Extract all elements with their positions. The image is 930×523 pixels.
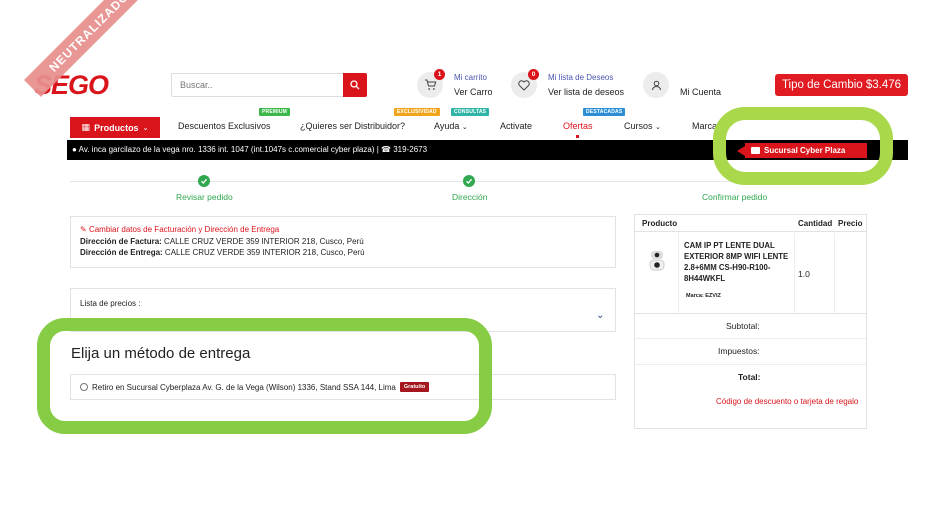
tag-exclusividad: EXCLUSIVIDAD bbox=[394, 108, 440, 116]
ofertas-indicator bbox=[576, 135, 579, 138]
wishlist-widget[interactable]: 0 bbox=[511, 69, 539, 98]
col-divider bbox=[678, 233, 679, 313]
discount-code-link[interactable]: Código de descuento o tarjeta de regalo bbox=[716, 397, 858, 406]
view-cart-link[interactable]: Ver Carro bbox=[454, 87, 493, 97]
chevron-down-icon[interactable]: ⌄ bbox=[596, 310, 604, 321]
taxes-label: Impuestos: bbox=[718, 346, 760, 356]
chevron-down-icon: ⌄ bbox=[461, 124, 468, 131]
col-product: Producto bbox=[642, 219, 678, 228]
row-divider bbox=[635, 313, 866, 314]
total-label: Total: bbox=[738, 372, 761, 382]
chevron-down-icon: ⌄ bbox=[655, 124, 661, 131]
grid-icon: ▦ bbox=[81, 122, 91, 132]
delivery-address-value: CALLE CRUZ VERDE 359 INTERIOR 218, Cusco… bbox=[164, 248, 365, 257]
view-wishlist-link[interactable]: Ver lista de deseos bbox=[548, 87, 624, 97]
tag-premium: PREMIUM bbox=[259, 108, 291, 116]
tag-destacadas: DESTACADAS bbox=[583, 108, 626, 116]
nav-cursos-label: Cursos bbox=[624, 121, 653, 131]
billing-address-value: CALLE CRUZ VERDE 359 INTERIOR 218, Cusco… bbox=[164, 237, 364, 246]
nav-cursos[interactable]: Cursos ⌄ bbox=[624, 121, 661, 131]
delivery-address: Dirección de Entrega: CALLE CRUZ VERDE 3… bbox=[80, 248, 365, 257]
step-revisar-pedido[interactable]: Revisar pedido bbox=[176, 192, 233, 202]
col-price: Precio bbox=[838, 219, 863, 228]
check-icon bbox=[198, 175, 210, 187]
delivery-address-label: Dirección de Entrega: bbox=[80, 248, 163, 257]
nav-distribuidor[interactable]: ¿Quieres ser Distribuidor? bbox=[300, 121, 405, 131]
search-input[interactable] bbox=[171, 73, 343, 97]
billing-address-label: Dirección de Factura: bbox=[80, 237, 162, 246]
highlight-branch bbox=[713, 107, 893, 185]
phone-text: 319-2673 bbox=[393, 145, 428, 154]
row-divider bbox=[635, 364, 866, 365]
location-pin-icon: ● bbox=[72, 145, 77, 154]
col-divider bbox=[834, 233, 835, 313]
col-divider bbox=[794, 233, 795, 313]
tag-consultas: CONSULTAS bbox=[451, 108, 490, 116]
row-divider bbox=[635, 338, 866, 339]
address-text: Av. inca garcilazo de la vega nro. 1336 … bbox=[78, 145, 379, 154]
cart-count-badge: 1 bbox=[434, 69, 445, 80]
product-qty: 1.0 bbox=[798, 269, 810, 279]
col-quantity: Cantidad bbox=[798, 219, 833, 228]
nav-ayuda-label: Ayuda bbox=[434, 121, 460, 131]
step-direccion[interactable]: Dirección bbox=[452, 192, 487, 202]
nav-ayuda[interactable]: Ayuda ⌄ bbox=[434, 121, 468, 131]
my-account-link[interactable]: Mi Cuenta bbox=[680, 87, 721, 97]
cart-label: Mi carrito bbox=[454, 73, 487, 82]
edit-address-link[interactable]: ✎ Cambiar datos de Facturación y Direcci… bbox=[80, 225, 279, 234]
billing-address: Dirección de Factura: CALLE CRUZ VERDE 3… bbox=[80, 237, 364, 246]
product-brand: Marca: EZVIZ bbox=[686, 293, 721, 299]
search-icon bbox=[350, 80, 360, 90]
products-menu-label: Productos bbox=[94, 122, 139, 133]
nav-ofertas[interactable]: Ofertas bbox=[563, 121, 593, 131]
search-button[interactable] bbox=[343, 73, 367, 97]
user-icon[interactable] bbox=[643, 72, 669, 98]
step-line bbox=[70, 181, 204, 182]
step-confirmar-pedido: Confirmar pedido bbox=[702, 192, 768, 202]
subtotal-label: Subtotal: bbox=[726, 321, 760, 331]
nav-descuentos-exclusivos[interactable]: Descuentos Exclusivos bbox=[178, 121, 271, 131]
check-icon bbox=[463, 175, 475, 187]
wishlist-label: Mi lista de Deseos bbox=[548, 73, 614, 82]
edit-icon: ✎ bbox=[80, 225, 87, 234]
cart-widget[interactable]: 1 bbox=[417, 69, 445, 98]
product-name[interactable]: CAM IP PT LENTE DUAL EXTERIOR 8MP WIFI L… bbox=[684, 240, 792, 284]
step-line bbox=[474, 181, 732, 182]
price-list-label: Lista de precios : bbox=[80, 299, 141, 308]
store-address: ● Av. inca garcilazo de la vega nro. 133… bbox=[72, 145, 427, 154]
product-thumbnail[interactable] bbox=[648, 250, 666, 272]
products-menu-button[interactable]: ▦ Productos ⌄ bbox=[70, 117, 160, 138]
chevron-down-icon: ⌄ bbox=[142, 124, 149, 132]
exchange-rate-badge: Tipo de Cambio $3.476 bbox=[775, 74, 908, 96]
wishlist-count-badge: 0 bbox=[528, 69, 539, 80]
phone-icon: ☎ bbox=[381, 145, 391, 154]
highlight-delivery-method bbox=[37, 318, 492, 434]
step-line bbox=[210, 181, 468, 182]
edit-address-label: Cambiar datos de Facturación y Dirección… bbox=[88, 225, 280, 234]
nav-activate[interactable]: Activate bbox=[500, 121, 532, 131]
